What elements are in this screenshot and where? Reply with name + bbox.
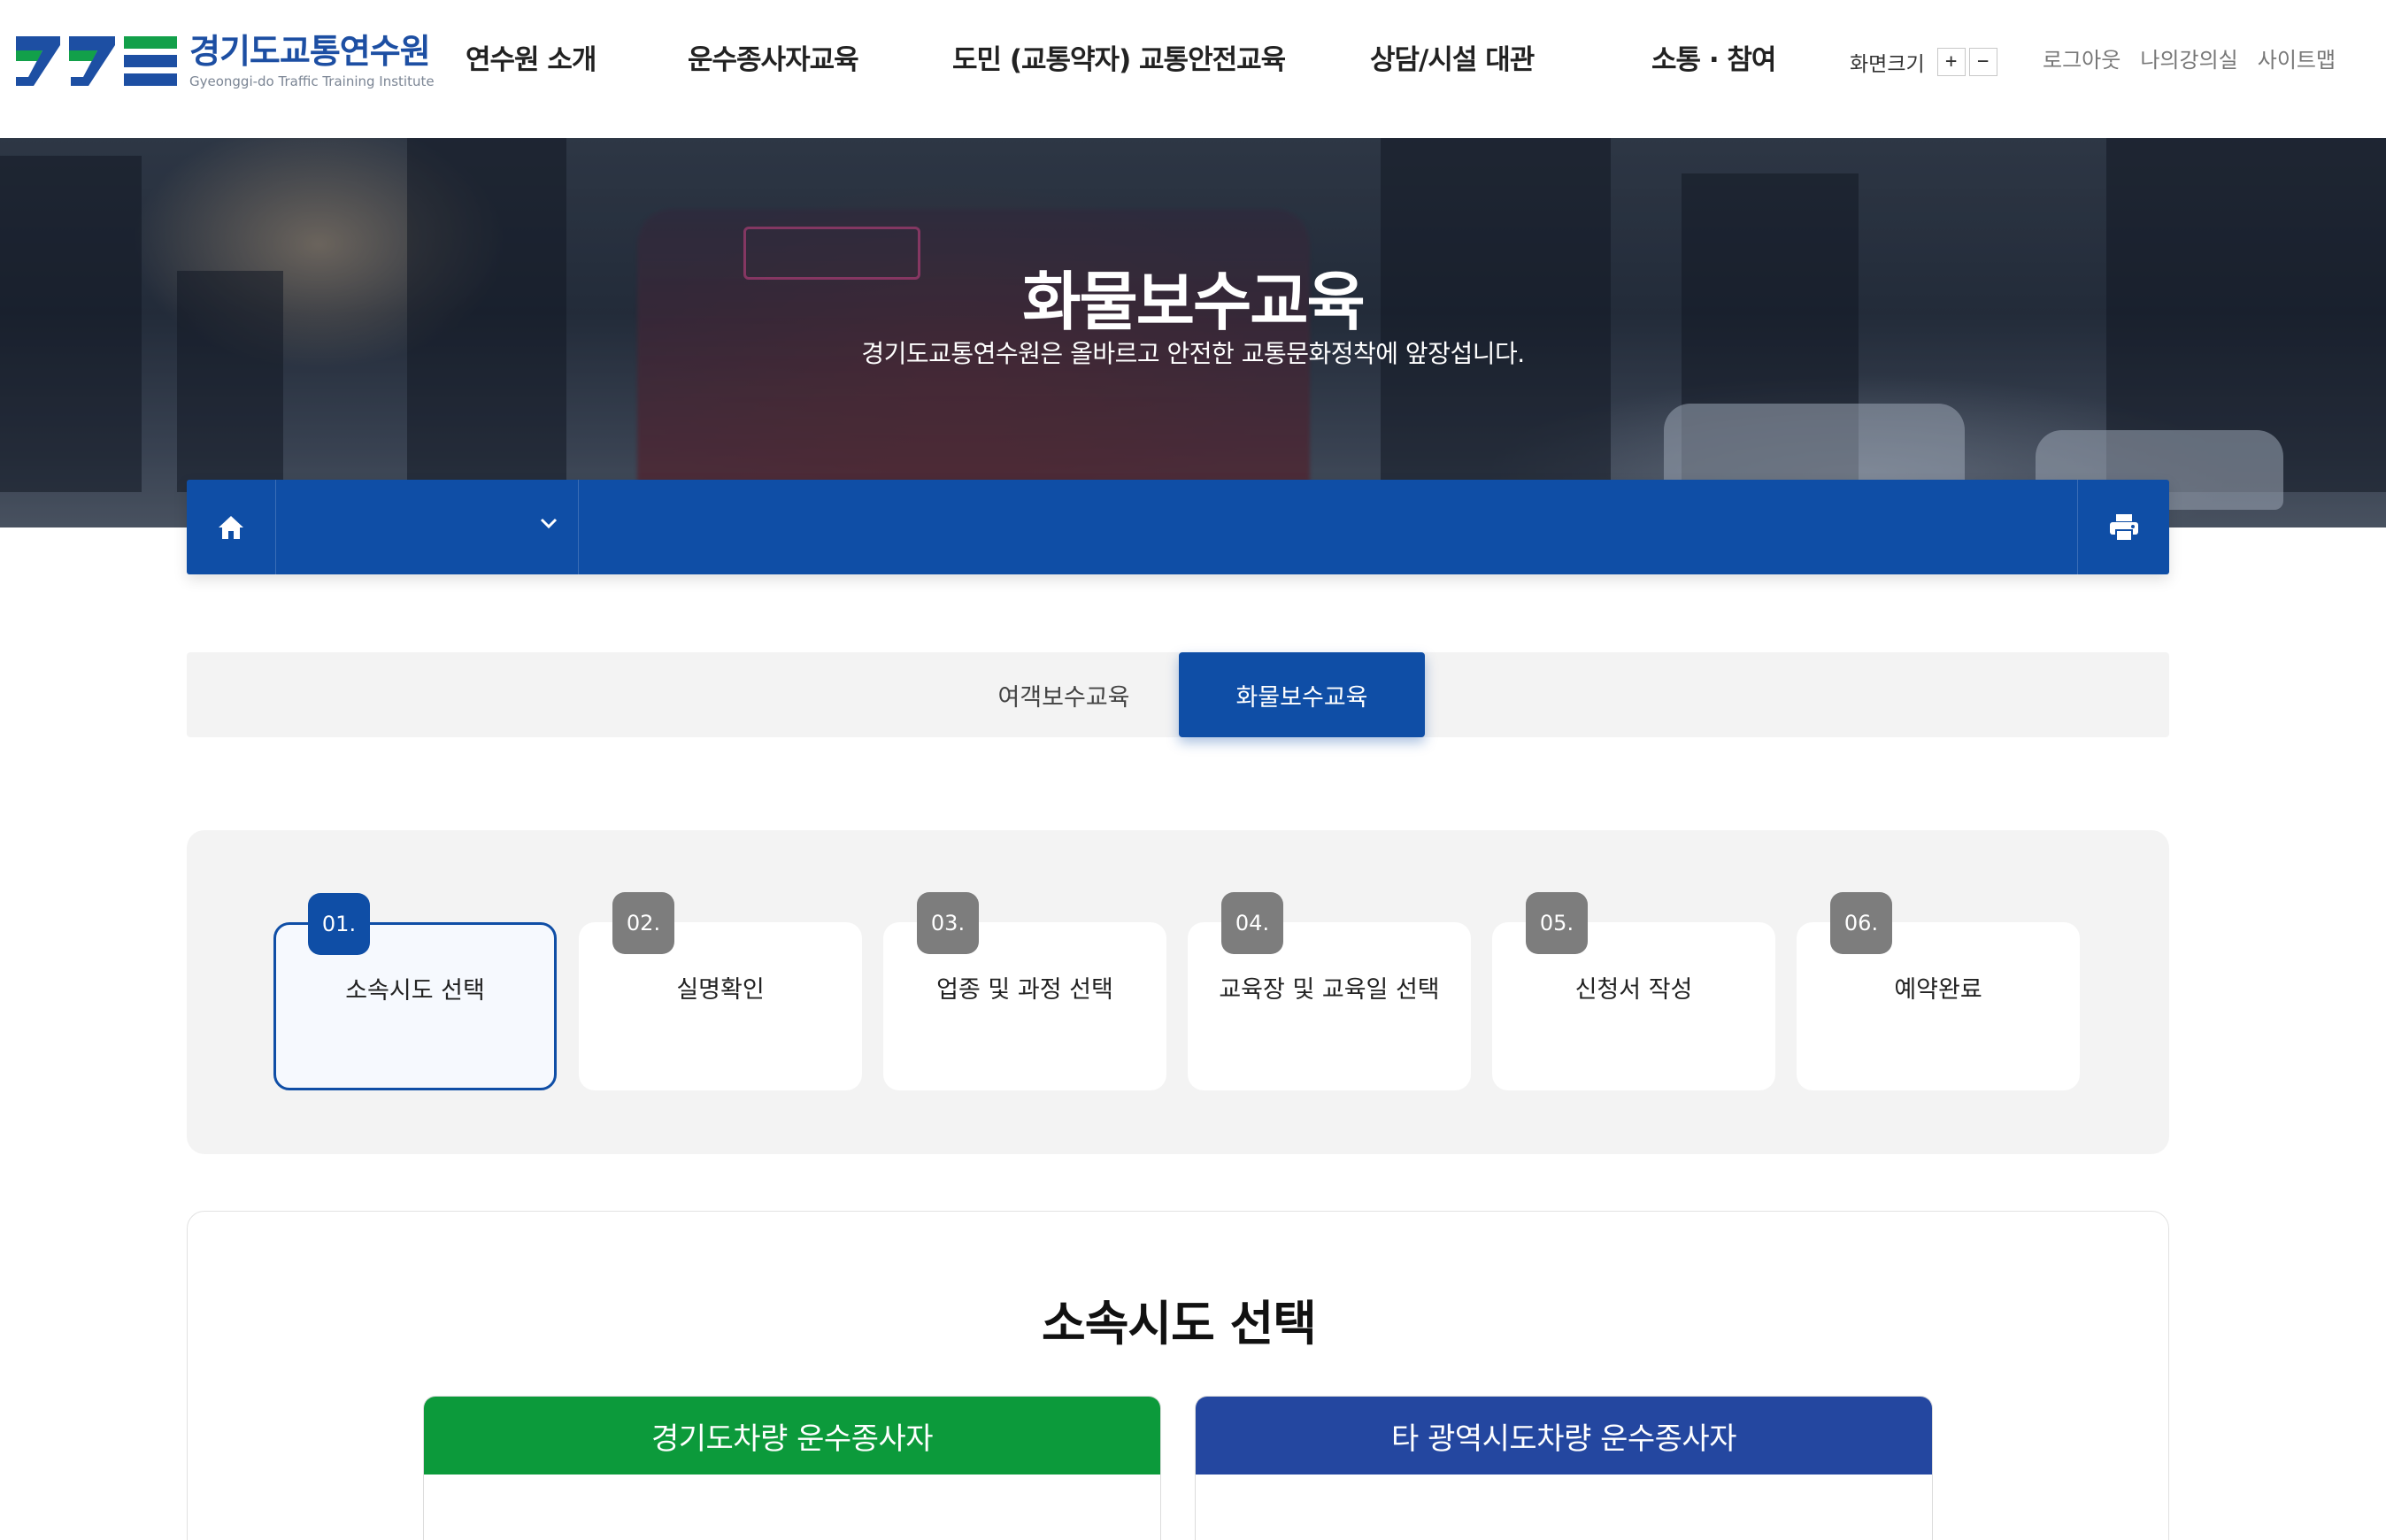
step-number: 01. [308, 893, 370, 955]
location-menu-select[interactable] [276, 480, 579, 574]
nav-item-about[interactable]: 연수원 소개 [466, 41, 596, 80]
logo-mark-icon [16, 36, 177, 86]
gyeonggi-driver-button[interactable]: 경기도차량 운수종사자 [424, 1397, 1160, 1475]
nav-item-driver-education[interactable]: 운수종사자교육 [688, 41, 859, 80]
zoom-controls: 화면크기 + − [1850, 44, 2001, 80]
gyeonggi-driver-card[interactable]: 경기도차량 운수종사자 [423, 1396, 1161, 1540]
print-icon [2109, 513, 2138, 542]
print-button[interactable] [2077, 480, 2169, 574]
utility-links: 로그아웃 나의강의실 사이트맵 [2043, 42, 2355, 73]
zoom-out-button[interactable]: − [1968, 48, 1997, 76]
other-region-driver-card[interactable]: 타 광역시도차량 운수종사자 [1195, 1396, 1933, 1540]
step-reservation-complete[interactable]: 06. 예약완료 [1797, 892, 2080, 1090]
chevron-down-icon [540, 518, 558, 529]
tab-passenger-education[interactable]: 여객보수교육 [941, 652, 1187, 737]
tab-cargo-education[interactable]: 화물보수교육 [1179, 652, 1425, 737]
step-label: 실명확인 [676, 976, 765, 1004]
page-title: 화물보수교육 [1022, 265, 1365, 339]
logo-subtitle: Gyeonggi-do Traffic Training Institute [189, 73, 435, 89]
sitemap-link[interactable]: 사이트맵 [2258, 42, 2336, 73]
logo-title: 경기도교통연수원 [189, 32, 431, 71]
step-region-select[interactable]: 01. 소속시도 선택 [273, 893, 557, 1090]
zoom-in-button[interactable]: + [1936, 48, 1966, 76]
site-logo[interactable]: 경기도교통연수원 Gyeonggi-do Traffic Training In… [16, 30, 435, 92]
page-description: 경기도교통연수원은 올바르고 안전한 교통문화정착에 앞장섭니다. [861, 339, 1525, 368]
nav-item-consulting-rental[interactable]: 상담/시설 대관 [1370, 41, 1535, 80]
other-region-driver-button[interactable]: 타 광역시도차량 운수종사자 [1196, 1397, 1932, 1475]
education-type-tabs: 여객보수교육 화물보수교육 [187, 652, 2169, 737]
nav-item-citizen-safety-education[interactable]: 도민 (교통약자) 교통안전교육 [952, 41, 1286, 80]
site-header: 경기도교통연수원 Gyeonggi-do Traffic Training In… [0, 0, 2386, 138]
step-label: 예약완료 [1894, 976, 1982, 1004]
page-banner: 화물보수교육 경기도교통연수원은 올바르고 안전한 교통문화정착에 앞장섭니다. [0, 138, 2386, 527]
zoom-label: 화면크기 [1850, 53, 1925, 76]
step-number: 02. [612, 892, 674, 954]
step-number: 04. [1221, 892, 1283, 954]
step-identity-verification[interactable]: 02. 실명확인 [579, 892, 862, 1090]
step-number: 06. [1830, 892, 1892, 954]
location-bar [187, 480, 2169, 574]
step-venue-date-select[interactable]: 04. 교육장 및 교육일 선택 [1188, 892, 1471, 1090]
step-label: 신청서 작성 [1574, 976, 1693, 1004]
logout-link[interactable]: 로그아웃 [2043, 42, 2120, 73]
step-number: 03. [917, 892, 979, 954]
home-icon [219, 515, 243, 539]
nav-item-communication[interactable]: 소통 · 참여 [1651, 41, 1776, 80]
home-button[interactable] [187, 480, 276, 574]
step-label: 교육장 및 교육일 선택 [1219, 976, 1440, 1004]
step-label: 소속시도 선택 [345, 977, 485, 1005]
section-title: 소속시도 선택 [1042, 1296, 1317, 1351]
region-select-panel: 소속시도 선택 경기도차량 운수종사자 타 광역시도차량 운수종사자 [187, 1211, 2169, 1540]
step-number: 05. [1526, 892, 1588, 954]
step-application-form[interactable]: 05. 신청서 작성 [1492, 892, 1775, 1090]
my-classroom-link[interactable]: 나의강의실 [2140, 42, 2237, 73]
reservation-steps: 01. 소속시도 선택 02. 실명확인 03. 업종 및 과정 선택 04. … [187, 830, 2169, 1154]
step-course-select[interactable]: 03. 업종 및 과정 선택 [883, 892, 1166, 1090]
step-label: 업종 및 과정 선택 [936, 976, 1113, 1004]
